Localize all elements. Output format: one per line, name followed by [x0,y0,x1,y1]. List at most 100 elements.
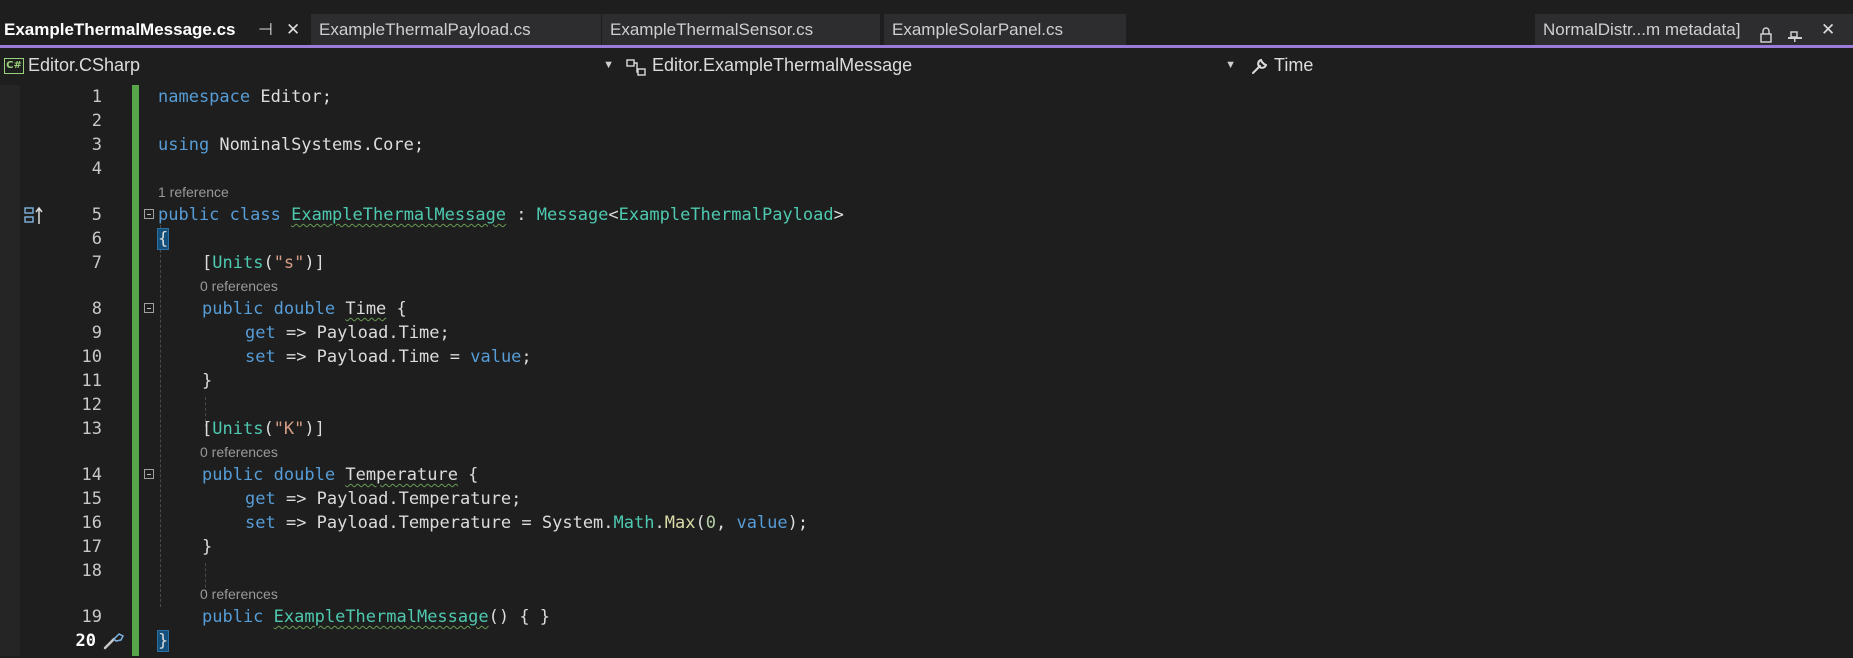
property-name[interactable]: Time [345,299,386,319]
promote-tab-icon[interactable] [1787,22,1803,45]
type-dropdown[interactable]: Editor.ExampleThermalMessage ▼ [626,50,1236,80]
code-editor[interactable]: 1 namespace Editor; 2 3 using NominalSys… [0,85,1853,656]
quick-actions-screwdriver-icon[interactable] [102,631,126,658]
code-line-15: 15 get => Payload.Temperature; [0,487,1853,511]
tab-example-solar-panel[interactable]: ExampleSolarPanel.cs [884,14,1126,45]
line-text: } [202,369,212,393]
code-line-18: 18 [0,559,1853,583]
type-name: Editor.ExampleThermalMessage [652,55,913,75]
line-number: 2 [91,111,102,131]
line-text: [Units("s")] [202,251,325,275]
keyword: namespace [158,87,251,107]
keyword: class [229,205,281,225]
chevron-down-icon: ▼ [603,59,614,71]
punctuation: [ [202,419,213,439]
line-number: 8 [91,299,102,319]
code-line-8: 8 public double Time { [0,297,1853,321]
line-text: namespace Editor; [158,85,332,109]
punctuation: : [506,205,537,225]
collapse-icon[interactable] [144,469,154,479]
line-text: public class ExampleThermalMessage : Mes… [158,203,844,227]
attribute-name[interactable]: Units [212,419,263,439]
punctuation: )] [304,419,325,439]
punctuation: => [275,323,317,343]
punctuation: ( [263,419,274,439]
line-number: 11 [81,371,102,391]
punctuation: { [457,465,479,485]
line-number: 7 [91,253,102,273]
code-line-17: 17 } [0,535,1853,559]
punctuation: < [608,205,619,225]
project-dropdown[interactable]: C# Editor.CSharp ▼ [4,50,614,80]
line-number: 3 [91,135,102,155]
line-number: 4 [91,159,102,179]
property-name[interactable]: Temperature [345,465,458,485]
string-literal: "s" [273,253,305,273]
line-number: 17 [81,537,102,557]
punctuation: } [202,537,213,557]
code-line-20: 20 } [0,629,1853,653]
punctuation: . [603,513,614,533]
tab-label: ExampleThermalPayload.cs [319,20,531,39]
line-text: public double Time { [202,297,407,321]
tab-example-thermal-payload[interactable]: ExampleThermalPayload.cs [311,14,601,45]
punctuation: [ [202,253,213,273]
line-number: 15 [81,489,102,509]
line-number: 18 [81,561,102,581]
type-argument[interactable]: ExampleThermalPayload [619,205,834,225]
code-line-2: 2 [0,109,1853,133]
line-text: } [156,629,170,653]
class-icon [626,56,648,86]
code-line-11: 11 } [0,369,1853,393]
punctuation: > [833,205,844,225]
identifier: Payload [316,347,389,367]
code-line-13: 13 [Units("K")] [0,417,1853,441]
punctuation: , [715,513,737,533]
document-tab-strip: ExampleThermalMessage.cs ⊣ ✕ ExampleTher… [0,0,1853,46]
close-tab-icon[interactable]: ✕ [286,14,300,45]
code-line-10: 10 set => Payload.Time = value; [0,345,1853,369]
collapse-icon[interactable] [144,303,154,313]
tab-normal-distribution-metadata[interactable]: NormalDistr...m metadata] ✕ [1535,14,1853,45]
keyword: set [245,347,276,367]
constructor-name[interactable]: ExampleThermalMessage [274,607,489,627]
keyword: public [202,299,264,319]
line-text: public double Temperature { [202,463,478,487]
punctuation: . [388,323,399,343]
codelens-references[interactable]: 0 references [200,275,278,297]
line-text: set => Payload.Temperature = System.Math… [245,511,808,535]
tab-example-thermal-message[interactable]: ExampleThermalMessage.cs ⊣ ✕ [0,14,310,45]
code-line-4: 4 [0,157,1853,181]
identifier: Payload [316,513,389,533]
keyword: value [736,513,788,533]
line-text: } [202,535,212,559]
tab-label: ExampleSolarPanel.cs [892,20,1064,39]
punctuation: . [388,489,399,509]
punctuation: { [386,299,407,319]
attribute-name[interactable]: Units [212,253,263,273]
close-tab-icon[interactable]: ✕ [1821,14,1835,45]
code-line-7: 7 [Units("s")] [0,251,1853,275]
method-name[interactable]: Max [665,513,696,533]
codelens-references[interactable]: 0 references [200,583,278,605]
using-target: NominalSystems.Core; [209,135,425,155]
codelens-references[interactable]: 1 reference [158,181,229,203]
tab-example-thermal-sensor[interactable]: ExampleThermalSensor.cs [602,14,880,45]
line-number: 6 [91,229,102,249]
line-number: 10 [81,347,102,367]
line-number: 5 [91,205,102,225]
punctuation: => [275,489,317,509]
project-name: Editor.CSharp [28,55,141,75]
keyword: public [202,465,264,485]
pin-icon[interactable]: ⊣ [258,14,273,45]
collapse-icon[interactable] [144,209,154,219]
lock-icon[interactable] [1759,22,1773,45]
base-type[interactable]: Message [537,205,609,225]
type-name[interactable]: Math [614,513,655,533]
member-dropdown[interactable]: Time [1250,50,1853,80]
line-number: 20 [75,631,96,651]
class-name[interactable]: ExampleThermalMessage [291,205,506,225]
line-number: 16 [81,513,102,533]
codelens-references[interactable]: 0 references [200,441,278,463]
punctuation: . [388,347,399,367]
